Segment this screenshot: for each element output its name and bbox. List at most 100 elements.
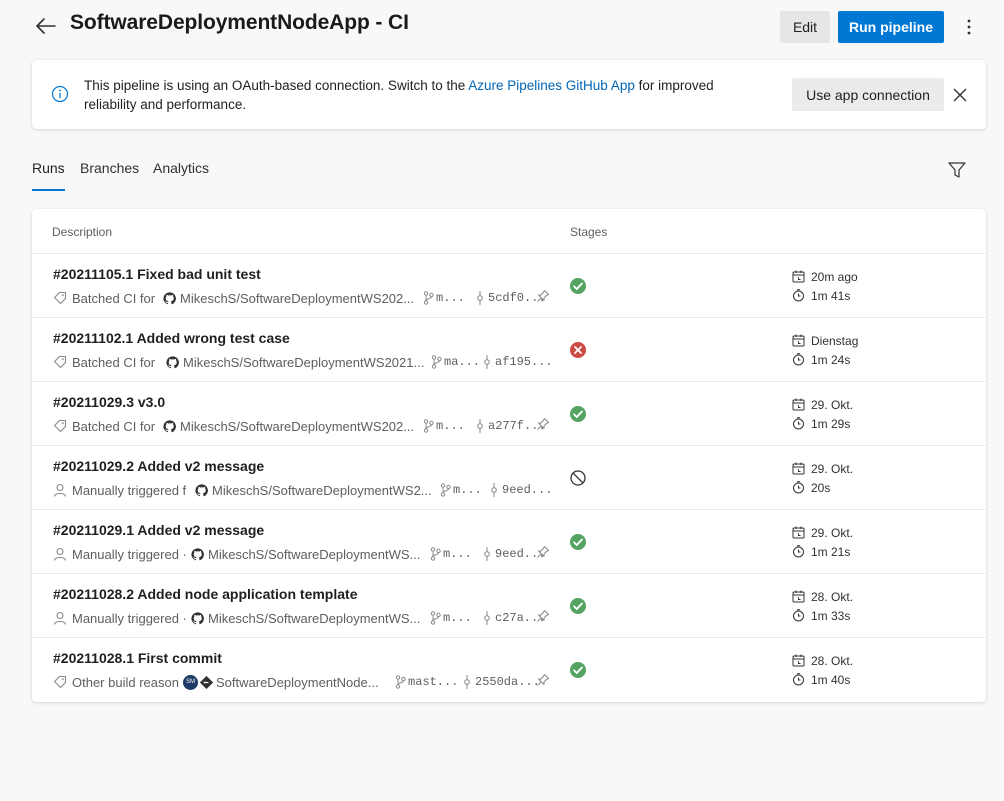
clock-icon xyxy=(792,353,811,366)
run-title[interactable]: #20211105.1 Fixed bad unit test xyxy=(53,266,261,282)
page-header: SoftwareDeploymentNodeApp - CI Edit Run … xyxy=(0,0,1004,52)
clock-icon xyxy=(792,673,811,686)
repository-name[interactable]: SoftwareDeploymentNode... xyxy=(216,673,379,691)
edit-button[interactable]: Edit xyxy=(780,11,830,43)
run-duration: 1m 24s xyxy=(811,352,851,367)
filter-icon[interactable] xyxy=(944,158,970,182)
calendar-icon xyxy=(792,270,811,283)
run-reason: Manually triggered f xyxy=(72,482,187,498)
run-metadata: Batched CI for MikeschS/SoftwareDeploymen… xyxy=(53,417,553,435)
run-date: 28. Okt. xyxy=(811,653,854,668)
run-reason: Manually triggered · xyxy=(72,546,187,562)
commit-icon xyxy=(483,353,491,371)
person-icon xyxy=(53,609,67,627)
run-date: 29. Okt. xyxy=(811,397,854,412)
branch-icon xyxy=(440,481,451,499)
pin-icon[interactable] xyxy=(536,417,550,436)
pin-icon[interactable] xyxy=(536,289,550,308)
pin-icon[interactable] xyxy=(536,545,550,564)
run-metadata: Manually triggered f MikeschS/SoftwareDep… xyxy=(53,481,553,499)
repository-name[interactable]: MikeschS/SoftwareDeploymentWS202... xyxy=(180,417,414,435)
column-stages: Stages xyxy=(570,225,608,239)
banner-text-start: This pipeline is using an OAuth-based co… xyxy=(84,78,469,93)
commit-icon xyxy=(463,673,471,691)
repository-name[interactable]: MikeschS/SoftwareDeploymentWS202... xyxy=(180,289,414,307)
branch-name[interactable]: m... xyxy=(436,289,465,307)
commit-icon xyxy=(476,417,484,435)
run-metadata: Manually triggered · MikeschS/SoftwareDep… xyxy=(53,545,553,563)
run-reason: Manually triggered · xyxy=(72,610,187,626)
repository-name[interactable]: MikeschS/SoftwareDeploymentWS2... xyxy=(212,481,432,499)
branch-icon xyxy=(395,673,406,691)
run-title[interactable]: #20211102.1 Added wrong test case xyxy=(53,330,290,346)
branch-icon xyxy=(423,417,434,435)
commit-icon xyxy=(483,545,491,563)
stage-succeeded-icon[interactable] xyxy=(569,277,587,295)
table-row[interactable]: #20211029.1 Added v2 message Manually tr… xyxy=(32,510,986,574)
run-title[interactable]: #20211029.1 Added v2 message xyxy=(53,522,264,538)
table-row[interactable]: #20211102.1 Added wrong test case Batche… xyxy=(32,318,986,382)
pin-icon[interactable] xyxy=(536,673,550,692)
run-title[interactable]: #20211029.3 v3.0 xyxy=(53,394,165,410)
tab-runs[interactable]: Runs xyxy=(32,160,65,193)
repository-name[interactable]: MikeschS/SoftwareDeploymentWS... xyxy=(208,609,420,627)
commit-icon xyxy=(483,609,491,627)
table-row[interactable]: #20211028.2 Added node application templ… xyxy=(32,574,986,638)
tab-branches[interactable]: Branches xyxy=(80,160,139,193)
commit-hash[interactable]: 2550da... xyxy=(475,673,540,691)
github-icon xyxy=(163,417,176,435)
stage-succeeded-icon[interactable] xyxy=(569,405,587,423)
clock-icon xyxy=(792,289,811,302)
stage-succeeded-icon[interactable] xyxy=(569,597,587,615)
branch-icon xyxy=(430,609,441,627)
run-time: 28. Okt. 1m 40s xyxy=(792,651,853,689)
run-pipeline-button[interactable]: Run pipeline xyxy=(838,11,944,43)
calendar-icon xyxy=(792,462,811,475)
branch-icon xyxy=(430,545,441,563)
stage-canceled-icon[interactable] xyxy=(569,469,587,487)
branch-name[interactable]: m... xyxy=(443,609,472,627)
branch-name[interactable]: ma... xyxy=(444,353,480,371)
tab-analytics[interactable]: Analytics xyxy=(153,160,209,193)
stage-succeeded-icon[interactable] xyxy=(569,661,587,679)
clock-icon xyxy=(792,417,811,430)
back-arrow-icon[interactable] xyxy=(32,12,60,40)
table-row[interactable]: #20211105.1 Fixed bad unit test Batched … xyxy=(32,254,986,318)
run-title[interactable]: #20211028.2 Added node application templ… xyxy=(53,586,357,602)
run-metadata: Batched CI for MikeschS/SoftwareDeploymen… xyxy=(53,353,553,371)
branch-name[interactable]: mast... xyxy=(408,673,458,691)
github-app-link[interactable]: Azure Pipelines GitHub App xyxy=(468,78,635,93)
runs-table: Description Stages #20211105.1 Fixed bad… xyxy=(32,209,986,702)
branch-name[interactable]: m... xyxy=(453,481,482,499)
banner-message: This pipeline is using an OAuth-based co… xyxy=(84,76,764,114)
stage-succeeded-icon[interactable] xyxy=(569,533,587,551)
table-row[interactable]: #20211029.3 v3.0 Batched CI for MikeschS/… xyxy=(32,382,986,446)
close-icon[interactable] xyxy=(950,85,970,105)
run-title[interactable]: #20211028.1 First commit xyxy=(53,650,222,666)
github-icon xyxy=(191,609,204,627)
commit-hash[interactable]: 9eed... xyxy=(502,481,552,499)
run-title[interactable]: #20211029.2 Added v2 message xyxy=(53,458,264,474)
commit-icon xyxy=(490,481,498,499)
run-reason: Batched CI for xyxy=(72,354,156,370)
run-date: 29. Okt. xyxy=(811,461,854,476)
branch-name[interactable]: m... xyxy=(436,417,465,435)
branch-name[interactable]: m... xyxy=(443,545,472,563)
run-time: 29. Okt. 1m 21s xyxy=(792,523,853,561)
table-row[interactable]: #20211028.1 First commit Other build rea… xyxy=(32,638,986,702)
commit-hash[interactable]: af195... xyxy=(495,353,553,371)
repository-name[interactable]: MikeschS/SoftwareDeploymentWS2021... xyxy=(183,353,424,371)
avatar-initials: SM xyxy=(183,674,198,690)
run-duration: 1m 33s xyxy=(811,608,851,623)
use-app-connection-button[interactable]: Use app connection xyxy=(792,78,944,111)
stage-failed-icon[interactable] xyxy=(569,341,587,359)
table-row[interactable]: #20211029.2 Added v2 message Manually tr… xyxy=(32,446,986,510)
pin-icon[interactable] xyxy=(536,609,550,628)
info-icon xyxy=(51,85,69,103)
run-reason: Other build reason xyxy=(72,674,179,690)
tag-icon xyxy=(53,289,67,307)
calendar-icon xyxy=(792,398,811,411)
repository-name[interactable]: MikeschS/SoftwareDeploymentWS... xyxy=(208,545,420,563)
more-actions-icon[interactable] xyxy=(958,14,980,40)
github-icon xyxy=(195,481,208,499)
